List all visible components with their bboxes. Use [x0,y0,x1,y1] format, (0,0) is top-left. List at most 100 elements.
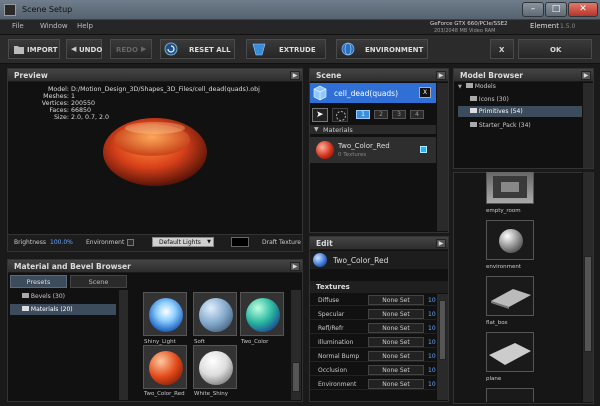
material-browser-expand-button[interactable]: ▶ [290,262,300,271]
reset-all-button[interactable]: RESET ALL [160,39,235,59]
texture-slot[interactable]: None Set [368,365,424,375]
folder-icon [470,96,477,101]
maximize-icon: □ [551,4,561,14]
materials-header[interactable]: ▼ Materials [310,125,448,135]
material-texture-count: 0 Textures [338,152,367,158]
thumb-empty-room[interactable] [486,172,534,204]
redo-button[interactable]: REDO ▶ [110,39,152,59]
cancel-button[interactable]: X [490,39,514,59]
ok-button[interactable]: OK [518,39,592,59]
texture-slot[interactable]: None Set [368,309,424,319]
model-tree-scrollbar[interactable] [582,83,593,168]
maximize-button[interactable]: □ [545,2,567,17]
scene-object-name: cell_dead(quads) [334,89,399,98]
undo-button[interactable]: ◀ UNDO [66,39,102,59]
folder-icon [470,122,477,127]
window-title: Scene Setup [22,5,73,14]
texture-slot[interactable]: None Set [368,337,424,347]
edit-material-name: Two_Color_Red [333,256,389,265]
title-bar: Scene Setup – □ ✕ [0,0,600,20]
lights-dropdown[interactable]: Default Lights ▼ [152,237,214,247]
group-4-button[interactable]: 4 [410,110,424,119]
texture-row-refl-refr[interactable]: Refl/Refr None Set 10 [310,322,436,334]
scene-expand-button[interactable]: ▶ [436,71,446,80]
material-label-white-shiny: White_Shiny [194,391,228,397]
group-3-button[interactable]: 3 [392,110,406,119]
group-1-button[interactable]: 1 [356,110,370,119]
texture-row-illumination[interactable]: Illumination None Set 10 [310,336,436,348]
texture-slot[interactable]: None Set [368,323,424,333]
model-browser-title: Model Browser [460,71,523,80]
menu-window[interactable]: Window [40,22,68,30]
edit-material-row: Two_Color_Red [310,251,448,269]
import-button[interactable]: IMPORT [8,39,60,59]
texture-row-diffuse[interactable]: Diffuse None Set 10 [310,294,436,306]
thumb-flat-box[interactable] [486,276,534,316]
minimize-icon: – [530,4,536,14]
app-icon [4,4,16,16]
material-thumbs-scrollbar[interactable] [290,290,301,400]
draft-texture-swatch[interactable] [231,237,249,247]
menu-help[interactable]: Help [77,22,93,30]
tab-scene[interactable]: Scene [70,275,127,288]
material-swatch [316,141,334,159]
transform-tool-button[interactable] [332,108,348,122]
texture-row-normal-bump[interactable]: Normal Bump None Set 10 [310,350,436,362]
mesh-count: 1 [71,93,76,100]
texture-slot[interactable]: None Set [368,295,424,305]
material-thumb-shiny-light[interactable] [143,292,187,336]
texture-row-occlusion[interactable]: Occlusion None Set 10 [310,364,436,376]
material-thumb-two-color-red[interactable] [143,345,187,389]
scene-object-row[interactable]: cell_dead(quads) [310,83,436,103]
material-row[interactable]: Two_Color_Red 0 Textures [310,137,436,163]
scene-scrollbar[interactable] [436,83,448,231]
models-root[interactable]: ▼ Models [458,83,496,90]
texture-slot[interactable]: None Set [368,351,424,361]
menu-file[interactable]: File [12,22,24,30]
group-2-button[interactable]: 2 [374,110,388,119]
minimize-button[interactable]: – [522,2,544,17]
model-thumbs-scrollbar-thumb[interactable] [584,256,592,352]
cursor-icon: ➤ [316,110,324,120]
preview-expand-button[interactable]: ▶ [290,71,300,80]
thumb-plane[interactable] [486,332,534,372]
remove-object-button[interactable]: X [419,87,431,98]
material-thumbs-scrollbar-thumb[interactable] [292,362,300,392]
model-folder-icons[interactable]: Icons (30) [470,96,509,103]
extrude-button[interactable]: EXTRUDE [246,39,326,59]
material-thumb-two-color[interactable] [240,292,284,336]
draft-texture-label: Draft Texture [262,239,301,246]
model-viewport[interactable] [100,110,210,190]
material-visibility-toggle[interactable] [420,146,427,153]
thumb-environment[interactable] [486,220,534,260]
environment-button[interactable]: ENVIRONMENT [336,39,428,59]
chevron-down-icon: ▼ [207,239,211,245]
brightness-value[interactable]: 100.0% [50,239,73,246]
model-browser-expand-button[interactable]: ▶ [581,71,591,80]
texture-row-environment[interactable]: Environment None Set 10 [310,378,436,390]
materials-folder[interactable]: Materials (20) [22,306,73,313]
material-thumb-soft[interactable] [193,292,237,336]
bevels-folder[interactable]: Bevels (30) [22,293,65,300]
environment-checkbox[interactable] [127,239,134,246]
edit-title: Edit [316,239,333,248]
tab-presets[interactable]: Presets [10,275,67,288]
material-label-two-color: Two_Color [241,339,269,345]
collapse-icon: ▼ [314,126,319,133]
edit-scrollbar[interactable] [436,294,448,400]
close-window-button[interactable]: ✕ [568,2,598,17]
edit-scrollbar-thumb[interactable] [439,300,446,360]
thumb-next[interactable] [486,388,534,402]
gpu-memory: 203/2048 MB Video RAM [434,28,496,34]
model-folder-primitives[interactable]: Primitives (54) [470,108,523,115]
material-thumb-white-shiny[interactable] [193,345,237,389]
model-folder-starter-pack[interactable]: Starter_Pack (34) [470,122,531,129]
folder-icon [465,83,473,88]
texture-row-specular[interactable]: Specular None Set 10 [310,308,436,320]
edit-expand-button[interactable]: ▶ [436,239,446,248]
model-thumbs-scrollbar[interactable] [582,172,593,402]
texture-slot[interactable]: None Set [368,379,424,389]
rotate-gizmo-icon [336,111,346,121]
material-tree-scrollbar[interactable] [118,290,128,400]
select-tool-button[interactable]: ➤ [312,108,328,122]
